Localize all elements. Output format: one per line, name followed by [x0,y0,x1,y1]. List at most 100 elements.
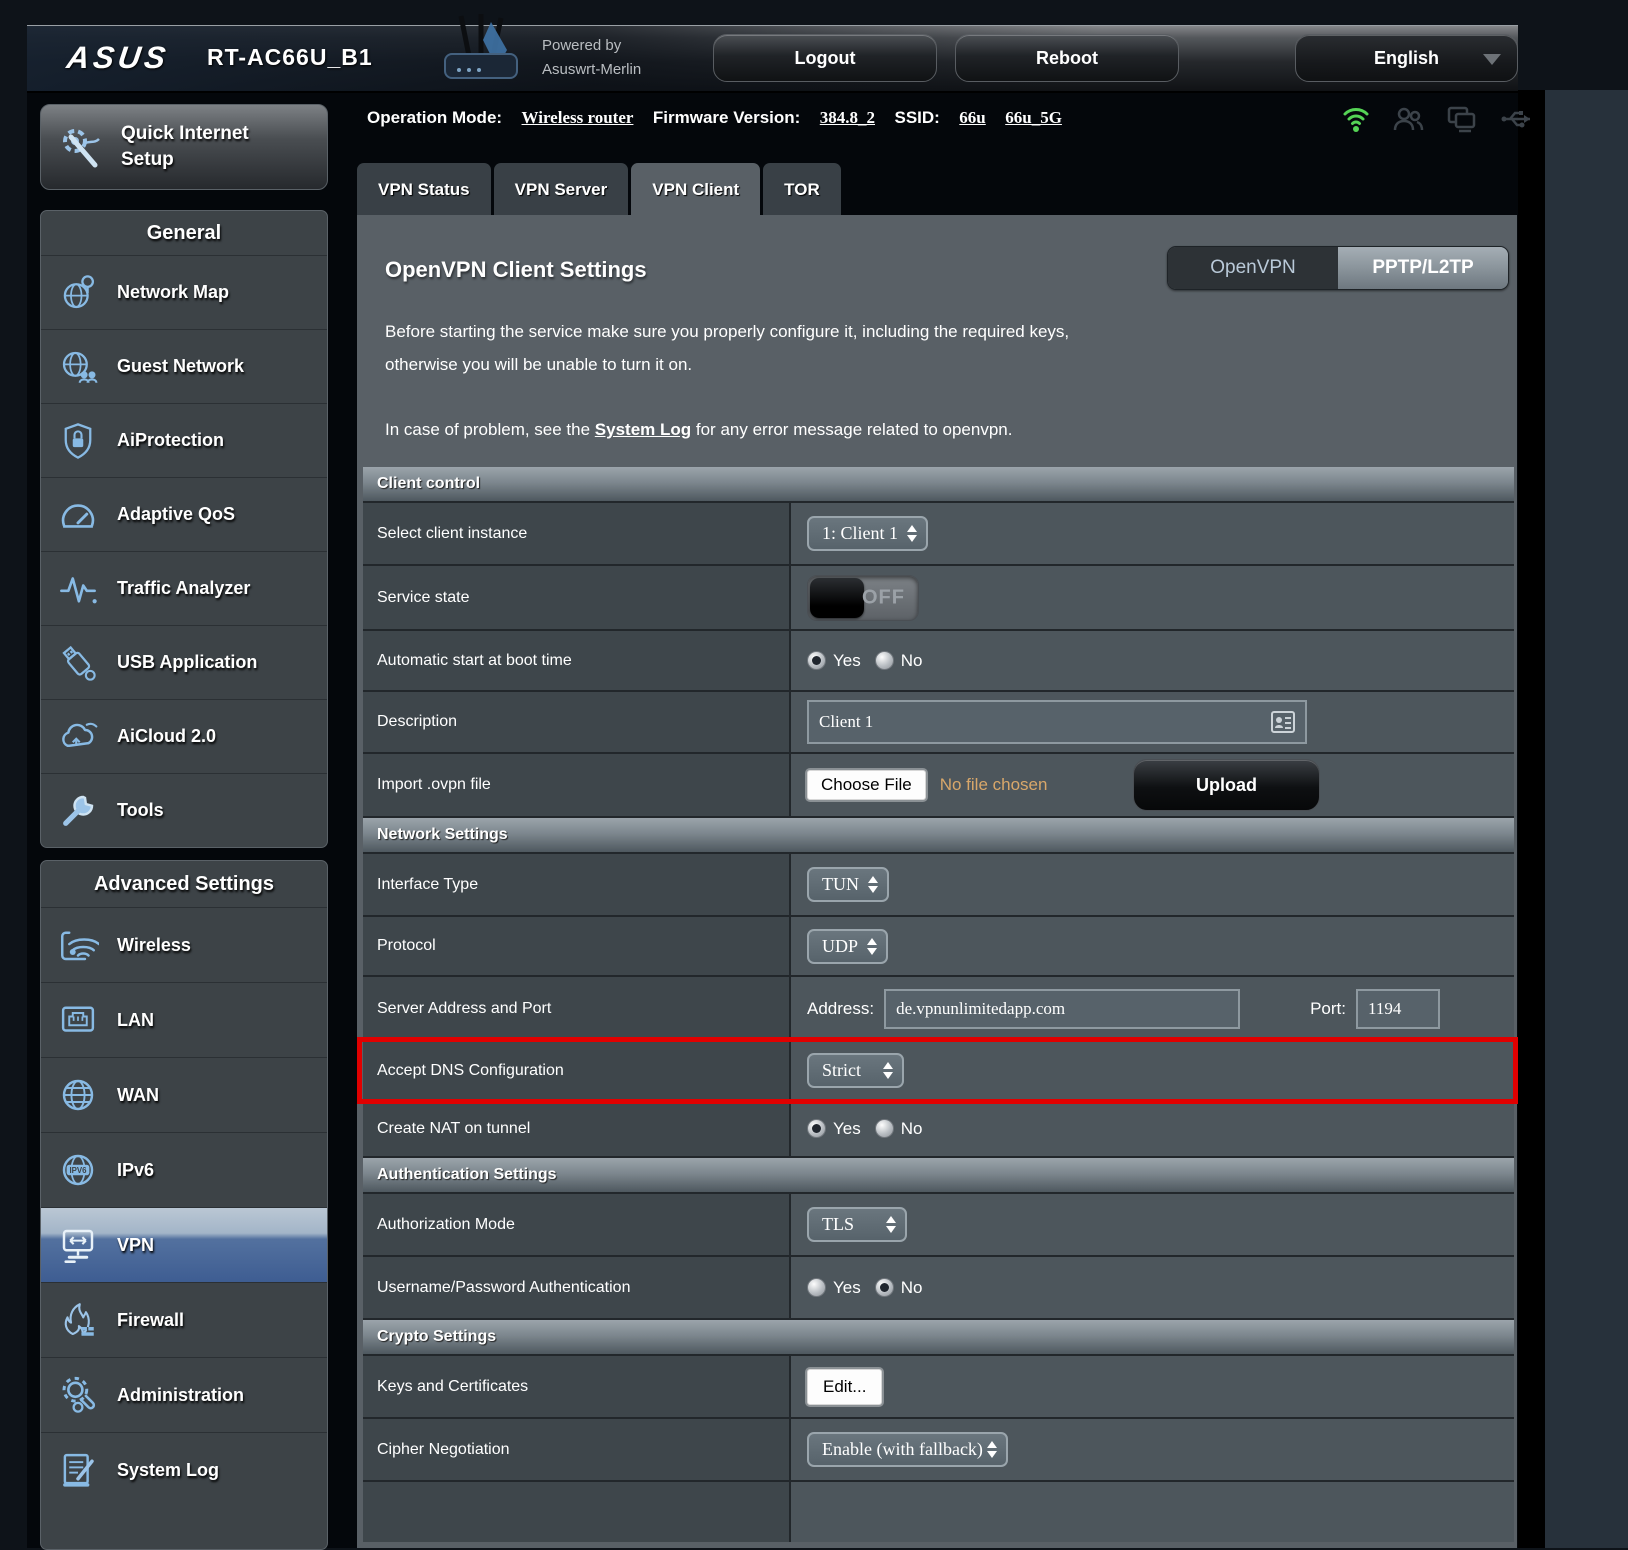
operation-mode-link[interactable]: Wireless router [522,108,634,127]
qis-label-line2: Setup [121,147,249,173]
upload-button[interactable]: Upload [1133,759,1320,811]
language-select[interactable]: English [1295,34,1518,82]
sidebar-section-advanced: Advanced Settings Wireless LAN WAN [40,860,328,1550]
port-input[interactable]: 1194 [1356,989,1440,1029]
status-icons [1342,104,1534,134]
sidebar-item-aicloud[interactable]: AiCloud 2.0 [41,700,327,774]
sidebar-item-guest-network[interactable]: Guest Network [41,330,327,404]
userpass-yes-radio[interactable] [807,1278,826,1297]
qis-label-line1: Quick Internet [121,121,249,147]
sidebar-item-label: AiProtection [117,430,224,451]
authorization-mode-select[interactable]: TLS [807,1207,907,1242]
radio-no-label: No [901,651,923,671]
client-instance-select[interactable]: 1: Client 1 [807,516,928,551]
protocol-value: UDP [822,936,858,957]
sidebar-item-vpn[interactable]: VPN [41,1208,327,1283]
reboot-button[interactable]: Reboot [955,34,1179,82]
row-description: Description Client 1 [363,692,1514,754]
nat-yes-radio[interactable] [807,1119,826,1138]
interface-type-select[interactable]: TUN [807,867,889,902]
openvpn-mode-button[interactable]: OpenVPN [1168,247,1338,289]
edit-keys-button[interactable]: Edit... [807,1369,882,1405]
authorization-mode-value: TLS [822,1214,854,1235]
radio-yes-label: Yes [833,651,861,671]
row-label: Automatic start at boot time [363,631,791,690]
sidebar-general-title: General [41,211,327,256]
tab-vpn-status[interactable]: VPN Status [357,163,491,215]
sidebar-item-firewall[interactable]: Firewall [41,1283,327,1358]
powered-by-line1: Powered by [542,34,641,58]
tab-vpn-server[interactable]: VPN Server [494,163,629,215]
usb-status-icon[interactable] [1500,107,1534,131]
sidebar-item-tools[interactable]: Tools [41,774,327,847]
row-label: Create NAT on tunnel [363,1101,791,1156]
sidebar-item-lan[interactable]: LAN [41,983,327,1058]
row-label: Protocol [363,917,791,975]
nat-no-radio[interactable] [875,1119,894,1138]
row-accept-dns: Accept DNS Configuration Strict [363,1042,1514,1101]
sidebar-item-ipv6[interactable]: IPV6 IPv6 [41,1133,327,1208]
wireless-icon [57,924,99,966]
select-arrows-icon [883,1062,893,1079]
vpn-icon [57,1224,99,1266]
description-input[interactable]: Client 1 [807,700,1307,744]
wifi-status-icon[interactable] [1342,104,1370,134]
sidebar-item-label: AiCloud 2.0 [117,726,216,747]
usb-application-icon [57,642,99,684]
router-image-icon [431,10,531,96]
row-label: Authorization Mode [363,1194,791,1255]
sidebar-item-network-map[interactable]: Network Map [41,256,327,330]
powered-by-line2: Asuswrt-Merlin [542,58,641,82]
devices-icon[interactable] [1446,105,1478,133]
row-label: Service state [363,566,791,629]
auto-start-no-radio[interactable] [875,651,894,670]
sidebar-item-usb-application[interactable]: USB Application [41,626,327,700]
server-address-input[interactable]: de.vpnunlimitedapp.com [884,989,1240,1029]
sidebar-item-traffic-analyzer[interactable]: Traffic Analyzer [41,552,327,626]
client-instance-value: 1: Client 1 [822,523,898,544]
select-arrows-icon [867,938,877,955]
sidebar-item-wan[interactable]: WAN [41,1058,327,1133]
row-interface-type: Interface Type TUN [363,854,1514,917]
operation-mode-label: Operation Mode: [367,108,502,127]
sidebar-item-wireless[interactable]: Wireless [41,908,327,983]
sidebar-item-system-log[interactable]: System Log [41,1433,327,1507]
page-title: OpenVPN Client Settings [385,257,647,283]
logout-button[interactable]: Logout [713,34,937,82]
ssid-2g-link[interactable]: 66u [959,108,985,127]
sidebar-item-administration[interactable]: Administration [41,1358,327,1433]
system-log-link[interactable]: System Log [595,420,691,439]
toggle-knob [810,578,864,618]
tab-tor[interactable]: TOR [763,163,841,215]
sidebar-item-label: Network Map [117,282,229,303]
aicloud-icon [57,716,99,758]
ssid-5g-link[interactable]: 66u_5G [1005,108,1062,127]
firmware-link[interactable]: 384.8_2 [820,108,875,127]
tab-vpn-client[interactable]: VPN Client [631,163,760,215]
accept-dns-select[interactable]: Strict [807,1053,904,1088]
sidebar-item-label: VPN [117,1235,154,1256]
sidebar-item-aiprotection[interactable]: AiProtection [41,404,327,478]
quick-internet-setup-button[interactable]: Quick Internet Setup [40,104,328,190]
auto-start-yes-radio[interactable] [807,651,826,670]
intro-line2: otherwise you will be unable to turn it … [385,348,1285,381]
note-suffix: for any error message related to openvpn… [691,420,1012,439]
sidebar-item-label: Administration [117,1385,244,1406]
pptp-l2tp-mode-button[interactable]: PPTP/L2TP [1338,247,1508,289]
row-auto-start: Automatic start at boot time Yes No [363,631,1514,692]
section-header-crypto: Crypto Settings [363,1320,1514,1356]
choose-file-button[interactable]: Choose File [807,770,926,800]
protocol-select[interactable]: UDP [807,929,888,964]
service-state-toggle[interactable]: OFF [807,575,919,621]
right-margin [1545,90,1628,1548]
sidebar-item-adaptive-qos[interactable]: Adaptive QoS [41,478,327,552]
wan-icon [57,1074,99,1116]
radio-yes-label: Yes [833,1278,861,1298]
cipher-negotiation-select[interactable]: Enable (with fallback) [807,1432,1008,1467]
select-arrows-icon [907,525,917,542]
aiprotection-icon [57,420,99,462]
sidebar-item-label: System Log [117,1460,219,1481]
top-banner: ASUS RT-AC66U_B1 Powered by Asuswrt-Merl… [27,25,1518,93]
clients-icon[interactable] [1392,105,1424,133]
userpass-no-radio[interactable] [875,1278,894,1297]
